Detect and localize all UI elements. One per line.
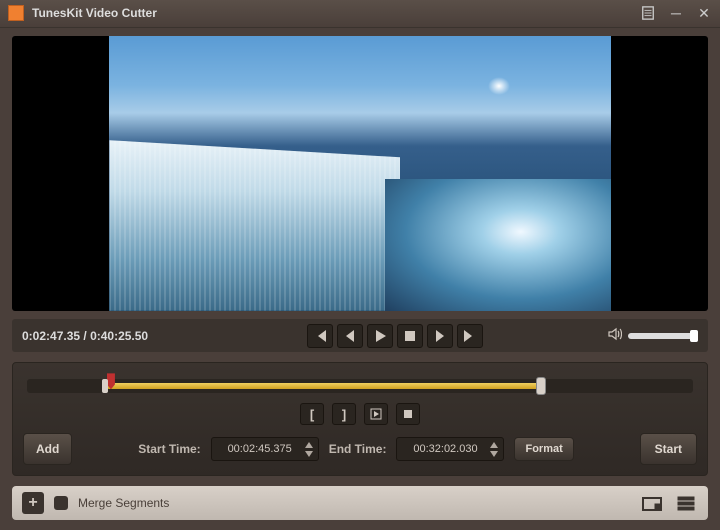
time-display: 0:02:47.35 / 0:40:25.50 (22, 329, 202, 343)
merge-checkbox[interactable] (54, 496, 68, 510)
start-time-value: 00:02:45.375 (216, 443, 304, 455)
timeline-track[interactable] (27, 379, 693, 393)
video-preview[interactable] (12, 36, 708, 311)
close-button[interactable]: ✕ (696, 5, 712, 21)
range-start-handle[interactable] (102, 379, 108, 393)
add-segment-button[interactable]: + (22, 492, 44, 514)
end-time-label: End Time: (329, 442, 387, 456)
play-button[interactable] (367, 324, 393, 348)
range-end-handle[interactable] (536, 377, 546, 395)
end-time-up[interactable] (489, 441, 499, 449)
minimize-button[interactable]: ─ (668, 5, 684, 21)
volume-icon[interactable] (608, 327, 622, 344)
start-button[interactable]: Start (640, 433, 697, 465)
prev-segment-button[interactable] (307, 324, 333, 348)
app-title: TunesKit Video Cutter (32, 6, 640, 20)
end-time-down[interactable] (489, 450, 499, 458)
timeline-panel: [ ] Add Start Time: 00:02:45.375 End Tim… (12, 362, 708, 476)
end-time-input[interactable]: 00:32:02.030 (396, 437, 504, 461)
delete-segment-button[interactable] (396, 403, 420, 425)
add-button[interactable]: Add (23, 433, 72, 465)
video-frame (109, 36, 610, 311)
step-back-button[interactable] (337, 324, 363, 348)
set-start-button[interactable]: [ (300, 403, 324, 425)
list-view-icon[interactable] (674, 493, 698, 513)
menu-icon[interactable] (640, 5, 656, 21)
titlebar: TunesKit Video Cutter ─ ✕ (0, 0, 720, 28)
volume-thumb[interactable] (690, 330, 698, 342)
playback-controls: 0:02:47.35 / 0:40:25.50 (12, 319, 708, 353)
format-button[interactable]: Format (514, 437, 573, 461)
app-window: TunesKit Video Cutter ─ ✕ 0:02:47.35 / 0… (0, 0, 720, 530)
start-time-down[interactable] (304, 450, 314, 458)
current-time: 0:02:47.35 (22, 329, 80, 343)
preview-segment-button[interactable] (364, 403, 388, 425)
output-folder-icon[interactable] (640, 493, 664, 513)
app-icon (8, 5, 24, 21)
merge-label: Merge Segments (78, 496, 169, 510)
timeline-selection (107, 383, 547, 389)
bottom-bar: + Merge Segments (12, 486, 708, 520)
stop-button[interactable] (397, 324, 423, 348)
start-time-up[interactable] (304, 441, 314, 449)
start-time-label: Start Time: (138, 442, 200, 456)
total-time: 0:40:25.50 (90, 329, 148, 343)
start-time-input[interactable]: 00:02:45.375 (211, 437, 319, 461)
set-end-button[interactable]: ] (332, 403, 356, 425)
next-segment-button[interactable] (457, 324, 483, 348)
step-forward-button[interactable] (427, 324, 453, 348)
volume-slider[interactable] (628, 333, 698, 339)
end-time-value: 00:32:02.030 (401, 443, 489, 455)
